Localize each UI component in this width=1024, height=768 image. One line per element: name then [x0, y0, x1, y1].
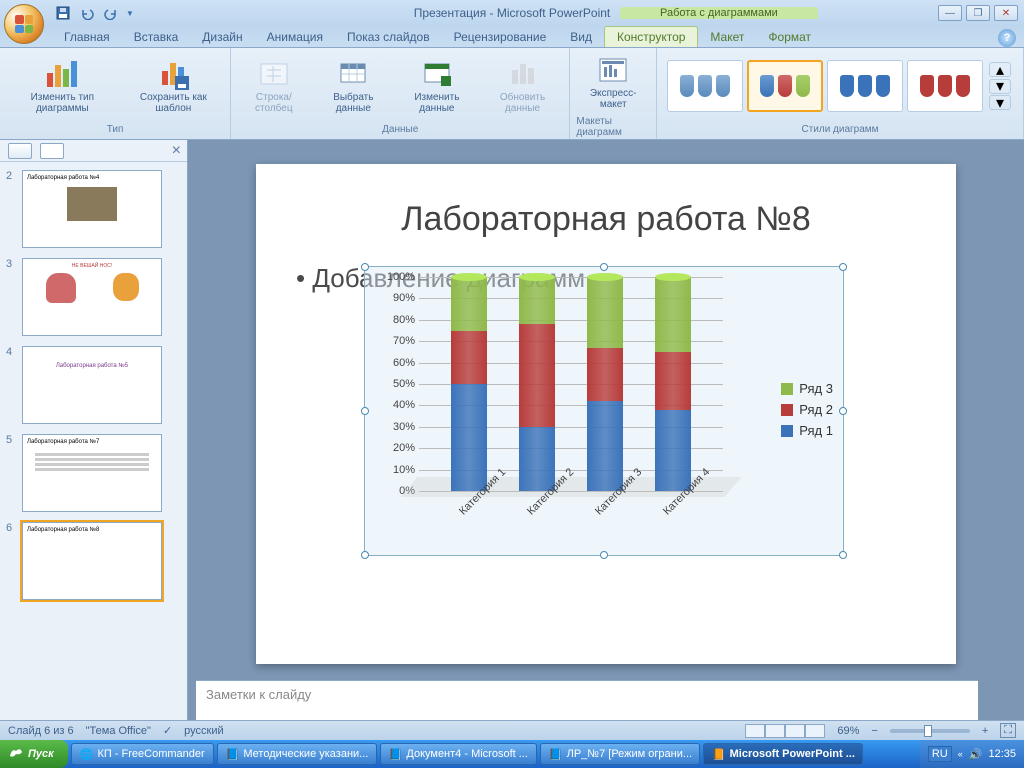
switch-row-column-button[interactable]: Строка/столбец — [237, 54, 310, 118]
zoom-level[interactable]: 69% — [837, 725, 859, 737]
chart-style-3[interactable] — [827, 60, 903, 112]
gallery-up-icon[interactable]: ▴ — [989, 62, 1011, 77]
chart-object[interactable]: 0%10%20%30%40%50%60%70%80%90%100%Категор… — [364, 266, 844, 556]
refresh-data-button[interactable]: Обновить данные — [482, 54, 564, 118]
minimize-button[interactable]: — — [938, 5, 962, 21]
gallery-more-icon[interactable]: ▾ — [989, 95, 1011, 110]
slide-thumb-4[interactable]: Лабораторная работа №5 — [22, 346, 162, 424]
view-buttons[interactable] — [745, 724, 825, 738]
task-freecommander[interactable]: 🌐КП - FreeCommander — [71, 743, 214, 765]
chart-style-4[interactable] — [907, 60, 983, 112]
qat-undo-icon[interactable] — [76, 3, 98, 23]
qat-customize-icon[interactable]: ▼ — [124, 3, 136, 23]
help-icon[interactable]: ? — [998, 29, 1016, 47]
qat-redo-icon[interactable] — [100, 3, 122, 23]
tab-chart-format[interactable]: Формат — [756, 27, 823, 47]
slide-thumb-6[interactable]: Лабораторная работа №8 — [22, 522, 162, 600]
window-title: Презентация - Microsoft PowerPoint — [414, 6, 611, 20]
select-data-button[interactable]: Выбрать данные — [315, 54, 393, 118]
edit-data-button[interactable]: Изменить данные — [396, 54, 478, 118]
tab-slideshow[interactable]: Показ слайдов — [335, 27, 442, 47]
tray-clock[interactable]: 12:35 — [988, 748, 1016, 760]
group-label-layouts: Макеты диаграмм — [576, 114, 650, 140]
tab-view[interactable]: Вид — [558, 27, 604, 47]
tab-home[interactable]: Главная — [52, 27, 122, 47]
chart-legend: Ряд 3 Ряд 2 Ряд 1 — [781, 381, 833, 444]
fit-window-icon[interactable]: ⛶ — [1000, 723, 1016, 738]
tray-expand-icon[interactable]: « — [958, 749, 963, 759]
slide-title[interactable]: Лабораторная работа №8 — [296, 200, 916, 239]
status-slide-count: Слайд 6 из 6 — [8, 725, 74, 737]
outline-tab-icon[interactable] — [40, 143, 64, 159]
task-word-3[interactable]: 📘ЛР_№7 [Режим ограни... — [540, 743, 700, 765]
notes-pane[interactable]: Заметки к слайду — [196, 680, 978, 720]
slide-thumb-5[interactable]: Лабораторная работа №7 — [22, 434, 162, 512]
slides-tab-icon[interactable] — [8, 143, 32, 159]
group-label-type: Тип — [107, 122, 124, 137]
slide-thumb-3[interactable]: НЕ ВЕШАЙ НОС! — [22, 258, 162, 336]
zoom-slider[interactable] — [890, 729, 970, 733]
tab-chart-design[interactable]: Конструктор — [604, 26, 698, 47]
group-label-styles: Стили диаграмм — [801, 122, 878, 137]
tab-animation[interactable]: Анимация — [255, 27, 335, 47]
slide-thumb-2[interactable]: Лабораторная работа №4 — [22, 170, 162, 248]
tray-language[interactable]: RU — [928, 746, 952, 762]
tab-chart-layout[interactable]: Макет — [698, 27, 756, 47]
slide-canvas[interactable]: Лабораторная работа №8 • Добавление диаг… — [256, 164, 956, 664]
chart-style-1[interactable] — [667, 60, 743, 112]
group-label-data: Данные — [382, 122, 418, 137]
tab-design[interactable]: Дизайн — [190, 27, 254, 47]
chart-style-2[interactable] — [747, 60, 823, 112]
status-language[interactable]: русский — [184, 725, 223, 737]
zoom-out-icon[interactable]: − — [871, 725, 877, 737]
chart-styles-gallery[interactable]: ▴ ▾ ▾ — [663, 56, 1017, 116]
zoom-in-icon[interactable]: + — [982, 725, 988, 737]
restore-button[interactable]: ❐ — [966, 5, 990, 21]
status-theme: "Тема Office" — [86, 725, 151, 737]
start-button[interactable]: Пуск — [0, 740, 68, 768]
panel-close-icon[interactable]: × — [172, 142, 181, 160]
qat-save-icon[interactable] — [52, 3, 74, 23]
close-button[interactable]: ✕ — [994, 5, 1018, 21]
tab-insert[interactable]: Вставка — [122, 27, 191, 47]
task-word-2[interactable]: 📘Документ4 - Microsoft ... — [380, 743, 537, 765]
gallery-down-icon[interactable]: ▾ — [989, 79, 1011, 94]
task-powerpoint[interactable]: 📙Microsoft PowerPoint ... — [703, 743, 863, 765]
context-tools-label: Работа с диаграммами — [620, 7, 818, 19]
spellcheck-icon[interactable]: ✓ — [163, 724, 172, 737]
change-chart-type-button[interactable]: Изменить тип диаграммы — [6, 54, 119, 118]
express-layout-button[interactable]: Экспресс-макет — [576, 50, 650, 114]
save-as-template-button[interactable]: Сохранить как шаблон — [123, 54, 224, 118]
tray-volume-icon[interactable]: 🔊 — [969, 748, 983, 761]
office-button[interactable] — [4, 4, 44, 44]
tab-review[interactable]: Рецензирование — [442, 27, 559, 47]
task-word-1[interactable]: 📘Методические указани... — [217, 743, 377, 765]
